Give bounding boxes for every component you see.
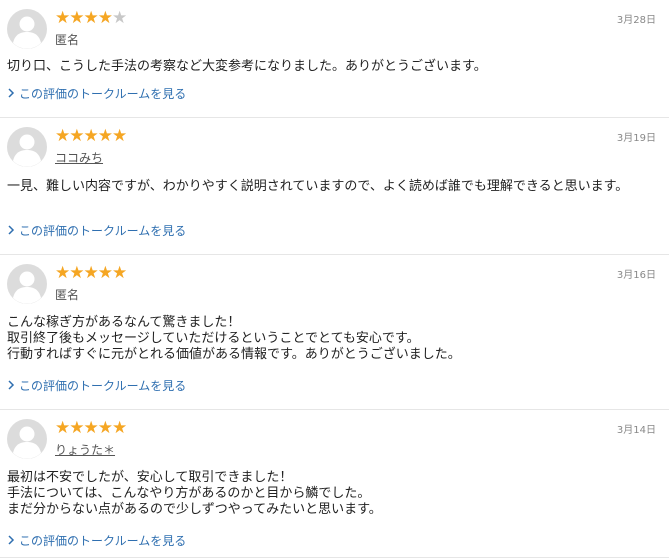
view-talkroom-link-label: この評価のトークルームを見る	[19, 534, 187, 548]
user-avatar-icon	[7, 9, 47, 49]
chevron-right-icon	[7, 224, 19, 238]
review-item: ★★★★★ 3月16日 匿名 こんな稼ぎ方があるなんて驚きました！ 取引終了後もメッセー…	[0, 255, 669, 410]
review-text: 切り口、こうした手法の考察など大変参考になりました。ありがとうございます。	[7, 59, 657, 75]
star-icon: ★	[69, 126, 84, 146]
view-talkroom-link-label: この評価のトークルームを見る	[19, 87, 187, 101]
review-text-line: 切り口、こうした手法の考察など大変参考になりました。ありがとうございます。	[7, 59, 487, 74]
review-item: ★★★★★ 3月19日 ココみち 一見、難しい内容ですが、わかりやすく説明されています…	[0, 118, 669, 255]
star-icon: ★	[97, 263, 113, 283]
review-text-line: 手法については、こんなやり方があるのかと目から鱗でした。	[7, 486, 371, 501]
user-avatar-icon	[7, 127, 47, 167]
user-avatar-icon	[7, 264, 47, 304]
review-item: ★★★★★ 3月14日 りょうた＊ 最初は不安でしたが、安心して取引できました！ 手法に…	[0, 410, 669, 558]
review-date: 3月28日	[616, 15, 656, 26]
review-text-line: 取引終了後もメッセージしていただけるということでとても安心です。	[7, 331, 420, 346]
view-talkroom-link-label: この評価のトークルームを見る	[19, 379, 187, 393]
review-text-line: 一見、難しい内容ですが、わかりやすく説明されていますので、よく読めば誰でも理解で…	[7, 179, 629, 194]
star-rating: ★★★★★	[55, 8, 127, 28]
review-date: 3月14日	[616, 425, 656, 436]
star-rating: ★★★★★	[55, 263, 127, 283]
star-icon: ★	[83, 8, 99, 28]
star-icon: ★	[97, 418, 113, 438]
star-icon: ★	[112, 418, 127, 438]
chevron-right-icon	[7, 87, 19, 101]
star-icon: ★	[112, 263, 127, 283]
star-icon: ★	[97, 8, 113, 28]
star-icon: ★	[55, 126, 70, 146]
chevron-right-icon	[7, 379, 19, 393]
star-icon: ★	[83, 126, 99, 146]
star-icon: ★	[69, 263, 84, 283]
review-item: ★★★★★ 3月28日 匿名 切り口、こうした手法の考察など大変参考になりました。あり…	[0, 0, 669, 118]
view-talkroom-link-label: この評価のトークルームを見る	[19, 224, 187, 238]
star-icon: ★	[69, 8, 84, 28]
star-icon: ★	[69, 418, 84, 438]
reviewer-name[interactable]: りょうた＊	[55, 441, 115, 458]
star-icon: ★	[97, 126, 113, 146]
star-icon: ★	[112, 126, 127, 146]
star-icon: ★	[83, 418, 99, 438]
star-icon: ★	[55, 263, 70, 283]
view-talkroom-link[interactable]: この評価のトークルームを見る	[7, 532, 186, 549]
star-icon: ★	[55, 418, 70, 438]
star-rating: ★★★★★	[55, 126, 127, 146]
star-icon: ★	[112, 8, 127, 28]
user-avatar-icon	[7, 419, 47, 459]
reviewer-name: 匿名	[55, 33, 80, 47]
star-icon: ★	[83, 263, 99, 283]
view-talkroom-link[interactable]: この評価のトークルームを見る	[7, 377, 186, 394]
review-text: 最初は不安でしたが、安心して取引できました！ 手法については、こんなやり方があるの…	[7, 470, 657, 518]
review-text: こんな稼ぎ方があるなんて驚きました！ 取引終了後もメッセージしていただけるというこ…	[7, 315, 657, 363]
review-text: 一見、難しい内容ですが、わかりやすく説明されていますので、よく読めば誰でも理解で…	[7, 179, 657, 195]
reviewer-name[interactable]: ココみち	[55, 149, 103, 166]
chevron-right-icon	[7, 534, 19, 548]
review-date: 3月19日	[616, 133, 656, 144]
view-talkroom-link[interactable]: この評価のトークルームを見る	[7, 222, 186, 239]
review-text-line: まだ分からない点があるので少しずつやってみたいと思います。	[7, 502, 382, 517]
star-rating: ★★★★★	[55, 418, 127, 438]
review-text-line: 最初は不安でしたが、安心して取引できました！	[7, 470, 293, 485]
review-text-line: こんな稼ぎ方があるなんて驚きました！	[7, 315, 241, 330]
review-date: 3月16日	[616, 270, 656, 281]
review-text-line: 行動すればすぐに元がとれる価値がある情報です。ありがとうございました。	[7, 347, 461, 362]
reviewer-name: 匿名	[55, 288, 80, 302]
view-talkroom-link[interactable]: この評価のトークルームを見る	[7, 85, 186, 102]
star-icon: ★	[55, 8, 70, 28]
review-list: ★★★★★ 3月28日 匿名 切り口、こうした手法の考察など大変参考になりました。あり…	[0, 0, 669, 558]
